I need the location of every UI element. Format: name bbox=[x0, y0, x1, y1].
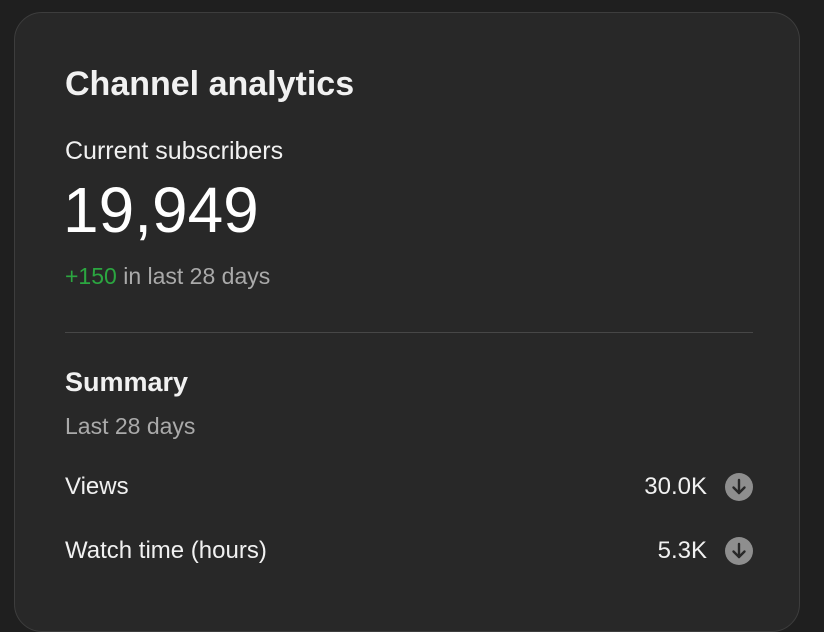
metric-value: 30.0K bbox=[644, 473, 707, 500]
metric-row-watch-time[interactable]: Watch time (hours) 5.3K bbox=[65, 531, 753, 571]
metric-value: 5.3K bbox=[657, 537, 707, 564]
card-title: Channel analytics bbox=[65, 65, 355, 103]
current-subscribers-label: Current subscribers bbox=[65, 137, 284, 165]
channel-analytics-card: Channel analytics Current subscribers 19… bbox=[14, 12, 800, 632]
metric-label: Views bbox=[65, 473, 129, 500]
divider bbox=[65, 332, 753, 333]
subscriber-delta: +150 bbox=[65, 263, 117, 289]
metric-label: Watch time (hours) bbox=[65, 537, 267, 564]
summary-period: Last 28 days bbox=[65, 413, 196, 439]
arrow-down-icon bbox=[725, 473, 753, 501]
subscriber-count: 19,949 bbox=[63, 174, 259, 246]
summary-title: Summary bbox=[65, 367, 189, 397]
arrow-down-icon bbox=[725, 537, 753, 565]
subscriber-change-period: in last 28 days bbox=[116, 263, 271, 289]
metric-row-views[interactable]: Views 30.0K bbox=[65, 467, 753, 507]
subscriber-change: +150 in last 28 days bbox=[65, 263, 270, 290]
